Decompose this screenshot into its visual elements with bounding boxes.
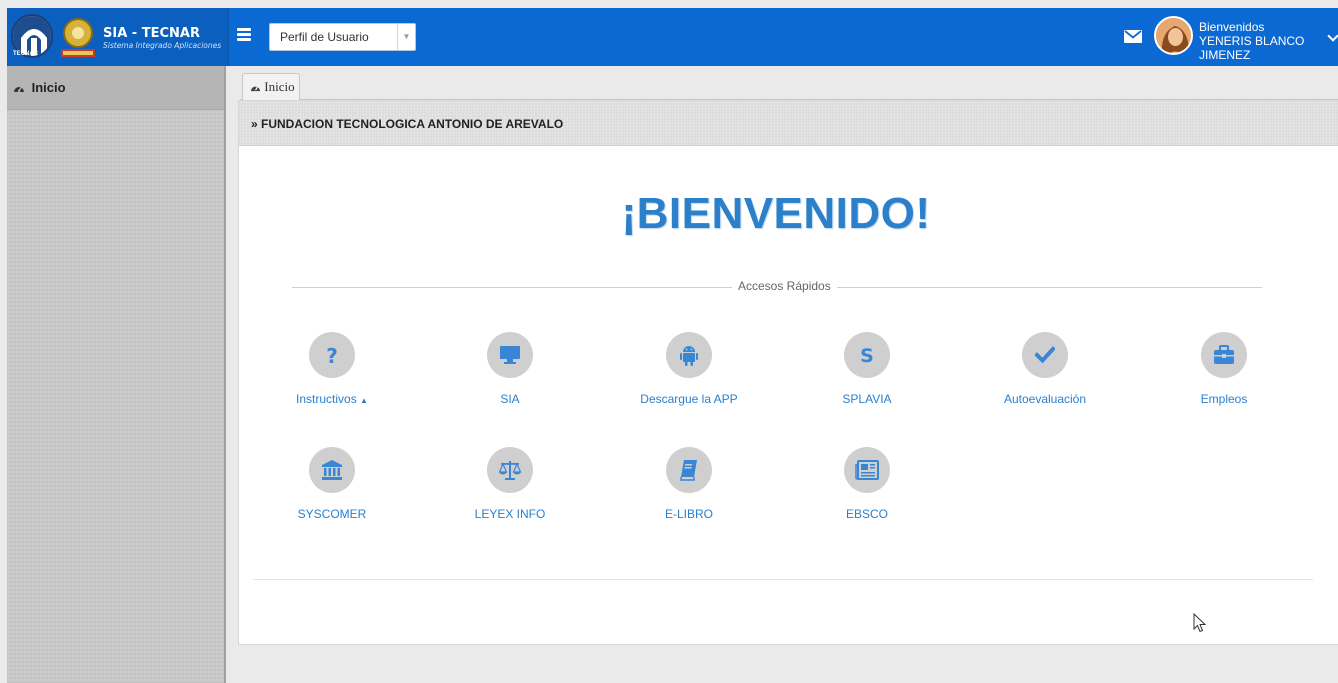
caret-up-icon: ▲ xyxy=(360,396,368,405)
section-divider: Accesos Rápidos xyxy=(292,279,1262,295)
quick-link-sia[interactable]: SIA xyxy=(440,332,580,406)
top-navbar: TECNAR SIA - TECNAR Sistema Integrado Ap… xyxy=(7,8,1338,66)
letter-s-icon: S xyxy=(844,332,890,378)
quick-link-instructivos[interactable]: ? Instructivos ▲ xyxy=(262,332,402,406)
breadcrumb: » FUNDACION TECNOLOGICA ANTONIO DE AREVA… xyxy=(239,101,1338,146)
quick-link-ebsco[interactable]: EBSCO xyxy=(797,447,937,521)
question-icon: ? xyxy=(309,332,355,378)
quick-link-label: SYSCOMER xyxy=(297,507,367,521)
chevron-down-icon: ▼ xyxy=(397,24,415,50)
quick-link-label: EBSCO xyxy=(845,507,888,521)
menu-toggle-icon[interactable] xyxy=(237,28,251,41)
quick-link-leyex-info[interactable]: LEYEX INFO xyxy=(440,447,580,521)
newspaper-icon xyxy=(844,447,890,493)
sidebar-divider xyxy=(224,66,226,683)
avatar[interactable] xyxy=(1154,16,1193,55)
sidebar-item-label: Inicio xyxy=(31,80,66,95)
quick-link-label: SPLAVIA xyxy=(842,392,892,406)
quick-link-label: LEYEX INFO xyxy=(474,507,546,521)
quick-link-splavia[interactable]: S SPLAVIA xyxy=(797,332,937,406)
balance-scale-icon xyxy=(487,447,533,493)
tab-bar: Inicio xyxy=(240,70,1338,101)
tab-inicio[interactable]: Inicio xyxy=(242,73,300,101)
quick-link-e-libro[interactable]: E-LIBRO xyxy=(619,447,759,521)
quick-link-label: SIA xyxy=(500,392,520,406)
mail-icon[interactable] xyxy=(1124,30,1142,43)
tab-label: Inicio xyxy=(264,79,295,94)
svg-text:S: S xyxy=(860,345,874,366)
android-icon xyxy=(666,332,712,378)
profile-select[interactable]: Perfil de Usuario ▼ xyxy=(269,23,416,51)
quick-link-label: Empleos xyxy=(1200,392,1248,406)
sidebar: Inicio xyxy=(7,66,224,683)
bank-icon xyxy=(309,447,355,493)
user-name[interactable]: YENERIS BLANCO JIMENEZ xyxy=(1199,34,1338,62)
quick-link-label: Descargue la APP xyxy=(640,392,738,406)
main-panel: » FUNDACION TECNOLOGICA ANTONIO DE AREVA… xyxy=(238,100,1338,645)
sidebar-item-inicio[interactable]: Inicio xyxy=(7,66,224,110)
panel-footer-divider xyxy=(253,579,1313,580)
quick-link-label: E-LIBRO xyxy=(664,507,713,521)
mouse-cursor-icon xyxy=(1193,612,1207,633)
dashboard-icon xyxy=(250,79,264,94)
monitor-icon xyxy=(487,332,533,378)
profile-select-value: Perfil de Usuario xyxy=(280,30,369,44)
brand[interactable]: TECNAR SIA - TECNAR Sistema Integrado Ap… xyxy=(7,8,229,66)
page: TECNAR SIA - TECNAR Sistema Integrado Ap… xyxy=(0,0,1338,683)
quick-link-syscomer[interactable]: SYSCOMER xyxy=(262,447,402,521)
quick-link-empleos[interactable]: Empleos xyxy=(1154,332,1294,406)
welcome-heading: ¡BIENVENIDO! xyxy=(621,189,931,238)
briefcase-icon xyxy=(1201,332,1247,378)
logo-text: TECNAR xyxy=(13,51,38,57)
app-subtitle: Sistema Integrado Aplicaciones xyxy=(103,41,222,50)
quick-link-descargue-app[interactable]: Descargue la APP xyxy=(619,332,759,406)
app-title: SIA - TECNAR xyxy=(103,26,200,41)
institution-seal xyxy=(57,15,99,59)
svg-text:?: ? xyxy=(326,344,338,366)
section-title: Accesos Rápidos xyxy=(732,279,837,293)
quick-link-label: Autoevaluación xyxy=(1003,392,1087,406)
quick-link-label: Instructivos xyxy=(296,392,357,406)
check-icon xyxy=(1022,332,1068,378)
book-icon xyxy=(666,447,712,493)
quick-link-autoevaluacion[interactable]: Autoevaluación xyxy=(975,332,1115,406)
dashboard-icon xyxy=(13,80,29,95)
user-greeting: Bienvenidos xyxy=(1199,20,1265,34)
